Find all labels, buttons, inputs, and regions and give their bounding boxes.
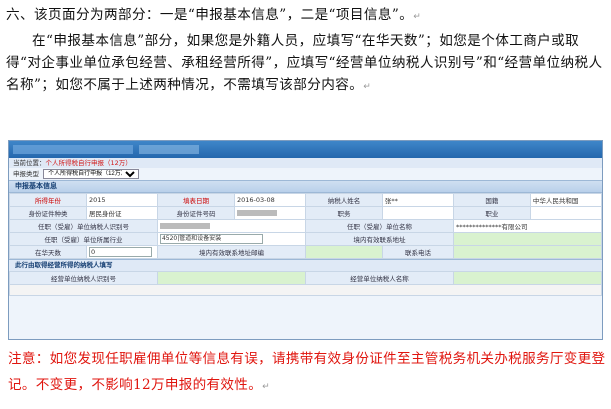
empty-row <box>9 284 602 296</box>
section-title: 申报基本信息 <box>9 180 602 193</box>
occupation-value <box>529 206 602 220</box>
address-input[interactable] <box>452 232 602 246</box>
notice-text: 注意：如您发现任职雇佣单位等信息有误，请携带有效身份证件至主管税务机关办税服务厅… <box>8 346 606 400</box>
field-label: 任职（受雇）单位所属行业 <box>9 232 158 246</box>
return-mark: ↵ <box>413 12 422 22</box>
intro-line: 六、该页面分为两部分：一是“申报基本信息”，二是“项目信息”。↵ <box>6 4 604 28</box>
field-label: 所得年份 <box>9 193 87 207</box>
intro-text: 六、该页面分为两部分：一是“申报基本信息”，二是“项目信息”。 <box>6 7 414 23</box>
table-row: 身份证件种类 居民身份证 身份证件号码 职务 职业 <box>9 206 602 220</box>
embedded-form-screenshot: 当前位置：个人所得税自行申报（12万） 申报类型 个人所得税自行申报（12万） … <box>8 140 603 340</box>
tax-type-row: 申报类型 个人所得税自行申报（12万） <box>9 168 602 180</box>
taxpayer-name-value: 张** <box>381 193 454 207</box>
breadcrumb-item[interactable]: 个人所得税自行申报（12万） <box>46 159 132 167</box>
header-blurred-text <box>13 145 133 154</box>
field-label: 联系电话 <box>381 245 454 259</box>
business-info-table: 经营单位纳税人识别号 经营单位纳税人名称 <box>9 271 602 296</box>
id-type-value: 居民身份证 <box>85 206 158 220</box>
field-label: 国籍 <box>452 193 531 207</box>
fill-date-value: 2016-03-08 <box>233 193 306 207</box>
notice-content: 注意：如您发现任职雇佣单位等信息有误，请携带有效身份证件至主管税务机关办税服务厅… <box>8 351 606 393</box>
tax-type-select[interactable]: 个人所得税自行申报（12万） <box>43 169 140 179</box>
tax-type-label: 申报类型 <box>13 170 39 178</box>
field-label: 身份证件号码 <box>156 206 235 220</box>
business-name-input[interactable] <box>453 271 602 285</box>
field-label: 纳税人姓名 <box>304 193 383 207</box>
table-row: 在华天数 0 境内有效联系地址邮编 联系电话 <box>9 245 602 259</box>
table-row <box>9 284 602 296</box>
body-text: 在“申报基本信息”部分，如果您是外籍人员，应填写“在华天数”；如您是个体工商户或… <box>6 33 603 93</box>
position-value <box>381 206 454 220</box>
field-label: 经营单位纳税人识别号 <box>9 271 158 285</box>
section-subtitle: 此行由取得经营所得的纳税人填写 <box>9 259 602 271</box>
business-id-input[interactable] <box>157 271 306 285</box>
field-label: 任职（受雇）单位名称 <box>304 219 454 233</box>
breadcrumb-prefix: 当前位置： <box>13 159 46 167</box>
industry-select[interactable]: 4520|管道和设备安装 <box>159 234 263 244</box>
field-label: 境内有效联系地址 <box>304 232 454 246</box>
form-header-bar <box>9 141 602 158</box>
table-row: 任职（受雇）单位所属行业 4520|管道和设备安装 境内有效联系地址 <box>9 232 602 246</box>
basic-info-table: 所得年份 2015 填表日期 2016-03-08 纳税人姓名 张** 国籍 中… <box>9 193 602 259</box>
id-number-value <box>233 206 306 220</box>
table-row: 任职（受雇）单位纳税人识别号 任职（受雇）单位名称 **************… <box>9 219 602 233</box>
days-in-china-cell: 0 <box>85 245 158 259</box>
table-row: 所得年份 2015 填表日期 2016-03-08 纳税人姓名 张** 国籍 中… <box>9 193 602 207</box>
days-in-china-input[interactable]: 0 <box>88 247 152 257</box>
field-label: 身份证件种类 <box>9 206 87 220</box>
return-mark: ↵ <box>262 382 270 392</box>
field-label: 任职（受雇）单位纳税人识别号 <box>9 219 158 233</box>
nationality-value: 中华人民共和国 <box>529 193 602 207</box>
employer-name-value: **************有限公司 <box>452 219 602 233</box>
field-label: 境内有效联系地址邮编 <box>156 245 306 259</box>
redacted-value <box>236 210 277 216</box>
field-label: 职业 <box>452 206 531 220</box>
table-row: 经营单位纳税人识别号 经营单位纳税人名称 <box>9 271 602 285</box>
field-label: 在华天数 <box>9 245 87 259</box>
phone-input[interactable] <box>452 245 602 259</box>
income-year-value: 2015 <box>85 193 158 207</box>
field-label: 经营单位纳税人名称 <box>305 271 454 285</box>
breadcrumb: 当前位置：个人所得税自行申报（12万） <box>9 158 602 168</box>
postcode-input[interactable] <box>304 245 383 259</box>
redacted-value <box>159 223 210 229</box>
field-label: 填表日期 <box>156 193 235 207</box>
body-paragraph: 在“申报基本信息”部分，如果您是外籍人员，应填写“在华天数”；如您是个体工商户或… <box>6 30 604 98</box>
header-blurred-text <box>139 145 199 154</box>
return-mark: ↵ <box>363 82 372 92</box>
field-label: 职务 <box>304 206 383 220</box>
employer-id-value <box>156 219 306 233</box>
industry-value: 4520|管道和设备安装 <box>156 232 306 246</box>
